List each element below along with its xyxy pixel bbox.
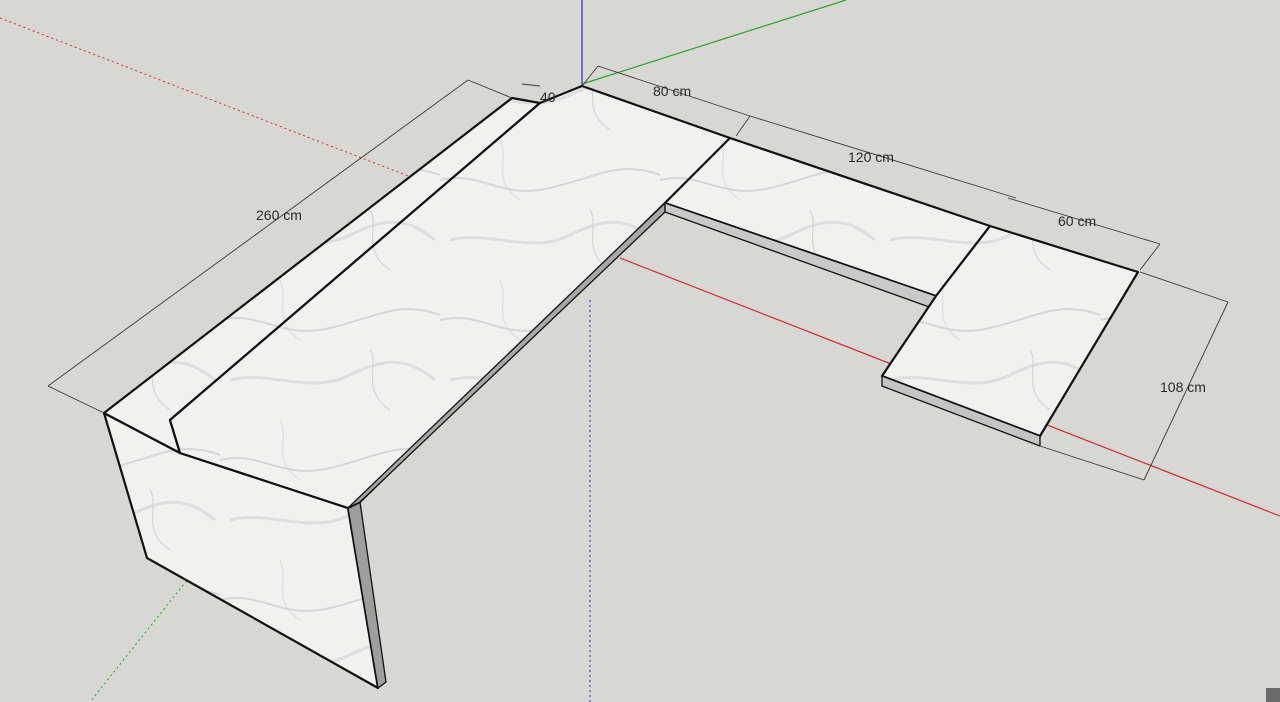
- dimension-label-40: 40: [540, 89, 556, 105]
- mid-top-surface: [663, 136, 992, 298]
- dimension-label-80: 80 cm: [653, 83, 691, 99]
- dimension-label-260: 260 cm: [256, 207, 302, 223]
- sketchup-viewport[interactable]: 260 cm 40 80 cm 120 cm 60 cm 108 cm: [0, 0, 1280, 702]
- model-drawing: 260 cm 40 80 cm 120 cm 60 cm 108 cm: [0, 0, 1280, 702]
- dimension-label-120: 120 cm: [848, 149, 894, 165]
- green-axis: [581, 0, 847, 85]
- dimension-label-108: 108 cm: [1160, 379, 1206, 395]
- resize-grip-icon[interactable]: [1266, 688, 1280, 702]
- dimension-label-60: 60 cm: [1058, 213, 1096, 229]
